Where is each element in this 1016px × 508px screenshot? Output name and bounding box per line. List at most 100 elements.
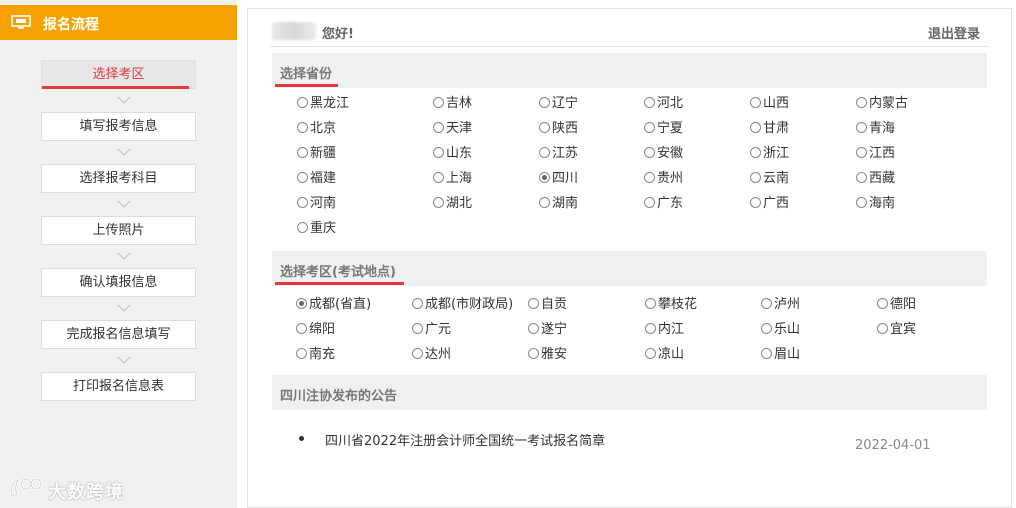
province-option[interactable]: 重庆 (297, 221, 336, 237)
province-option[interactable]: 河南 (297, 196, 336, 212)
exam-area-option[interactable]: 南充 (296, 347, 335, 363)
radio-button[interactable] (750, 197, 761, 208)
radio-button[interactable] (539, 97, 550, 108)
exam-area-option[interactable]: 宜宾 (877, 322, 916, 338)
radio-button[interactable] (296, 323, 307, 334)
radio-button[interactable] (761, 298, 772, 309)
exam-area-option[interactable]: 达州 (412, 347, 451, 363)
province-option[interactable]: 江西 (856, 146, 895, 162)
sidebar-step[interactable]: 选择报考科目 (41, 164, 196, 193)
exam-area-option[interactable]: 绵阳 (296, 322, 335, 338)
radio-button[interactable] (297, 197, 308, 208)
province-option[interactable]: 山西 (750, 96, 789, 112)
radio-button[interactable] (644, 197, 655, 208)
province-option[interactable]: 四川 (539, 171, 578, 187)
radio-button[interactable] (297, 222, 308, 233)
radio-button[interactable] (412, 348, 423, 359)
province-option[interactable]: 辽宁 (539, 96, 578, 112)
province-option[interactable]: 福建 (297, 171, 336, 187)
province-option[interactable]: 甘肃 (750, 121, 789, 137)
province-option[interactable]: 吉林 (433, 96, 472, 112)
province-option[interactable]: 北京 (297, 121, 336, 137)
radio-button[interactable] (433, 122, 444, 133)
radio-button[interactable] (296, 348, 307, 359)
radio-button[interactable] (412, 298, 423, 309)
province-option[interactable]: 青海 (856, 121, 895, 137)
radio-button[interactable] (412, 323, 423, 334)
radio-button[interactable] (433, 97, 444, 108)
exam-area-option[interactable]: 乐山 (761, 322, 800, 338)
logout-link[interactable]: 退出登录 (928, 23, 980, 42)
province-option[interactable]: 山东 (433, 146, 472, 162)
radio-button[interactable] (644, 172, 655, 183)
exam-area-option[interactable]: 遂宁 (528, 322, 567, 338)
province-option[interactable]: 广西 (750, 196, 789, 212)
radio-button[interactable] (297, 122, 308, 133)
province-option[interactable]: 西藏 (856, 171, 895, 187)
radio-button[interactable] (761, 323, 772, 334)
province-option[interactable]: 陕西 (539, 121, 578, 137)
sidebar-step[interactable]: 确认填报信息 (41, 268, 196, 297)
province-option[interactable]: 上海 (433, 171, 472, 187)
exam-area-option[interactable]: 雅安 (528, 347, 567, 363)
sidebar-step[interactable]: 打印报名信息表 (41, 372, 196, 401)
radio-button[interactable] (297, 172, 308, 183)
radio-button[interactable] (433, 172, 444, 183)
province-option[interactable]: 云南 (750, 171, 789, 187)
province-option[interactable]: 内蒙古 (856, 96, 908, 112)
radio-button[interactable] (856, 197, 867, 208)
radio-button[interactable] (539, 122, 550, 133)
radio-button[interactable] (750, 172, 761, 183)
radio-button[interactable] (539, 197, 550, 208)
radio-button[interactable] (539, 147, 550, 158)
sidebar-step[interactable]: 填写报考信息 (41, 112, 196, 141)
radio-button[interactable] (644, 97, 655, 108)
radio-button[interactable] (644, 122, 655, 133)
province-option[interactable]: 新疆 (297, 146, 336, 162)
radio-button[interactable] (644, 147, 655, 158)
radio-button[interactable] (433, 147, 444, 158)
sidebar-step[interactable]: 选择考区 (41, 60, 196, 89)
notice-link[interactable]: 四川省2022年注册会计师全国统一考试报名简章 (325, 430, 605, 449)
province-option[interactable]: 黑龙江 (297, 96, 349, 112)
exam-area-option[interactable]: 成都(市财政局) (412, 297, 513, 313)
radio-button[interactable] (297, 97, 308, 108)
province-option[interactable]: 安徽 (644, 146, 683, 162)
radio-button[interactable] (296, 298, 307, 309)
radio-button[interactable] (761, 348, 772, 359)
exam-area-option[interactable]: 自贡 (528, 297, 567, 313)
exam-area-option[interactable]: 德阳 (877, 297, 916, 313)
radio-button[interactable] (528, 323, 539, 334)
exam-area-option[interactable]: 内江 (645, 322, 684, 338)
exam-area-option[interactable]: 眉山 (761, 347, 800, 363)
radio-button[interactable] (877, 323, 888, 334)
radio-button[interactable] (645, 298, 656, 309)
radio-button[interactable] (750, 122, 761, 133)
province-option[interactable]: 广东 (644, 196, 683, 212)
radio-button[interactable] (645, 348, 656, 359)
exam-area-option[interactable]: 成都(省直) (296, 297, 371, 313)
sidebar-step[interactable]: 上传照片 (41, 216, 196, 245)
radio-button[interactable] (856, 172, 867, 183)
radio-button[interactable] (856, 122, 867, 133)
province-option[interactable]: 河北 (644, 96, 683, 112)
province-option[interactable]: 浙江 (750, 146, 789, 162)
radio-button[interactable] (856, 147, 867, 158)
radio-button[interactable] (528, 348, 539, 359)
province-option[interactable]: 海南 (856, 196, 895, 212)
radio-button[interactable] (645, 323, 656, 334)
province-option[interactable]: 天津 (433, 121, 472, 137)
exam-area-option[interactable]: 泸州 (761, 297, 800, 313)
radio-button[interactable] (877, 298, 888, 309)
radio-button[interactable] (297, 147, 308, 158)
radio-button[interactable] (433, 197, 444, 208)
province-option[interactable]: 江苏 (539, 146, 578, 162)
sidebar-step[interactable]: 完成报名信息填写 (41, 320, 196, 349)
province-option[interactable]: 宁夏 (644, 121, 683, 137)
province-option[interactable]: 贵州 (644, 171, 683, 187)
exam-area-option[interactable]: 攀枝花 (645, 297, 697, 313)
radio-button[interactable] (750, 147, 761, 158)
radio-button[interactable] (539, 172, 550, 183)
province-option[interactable]: 湖北 (433, 196, 472, 212)
province-option[interactable]: 湖南 (539, 196, 578, 212)
